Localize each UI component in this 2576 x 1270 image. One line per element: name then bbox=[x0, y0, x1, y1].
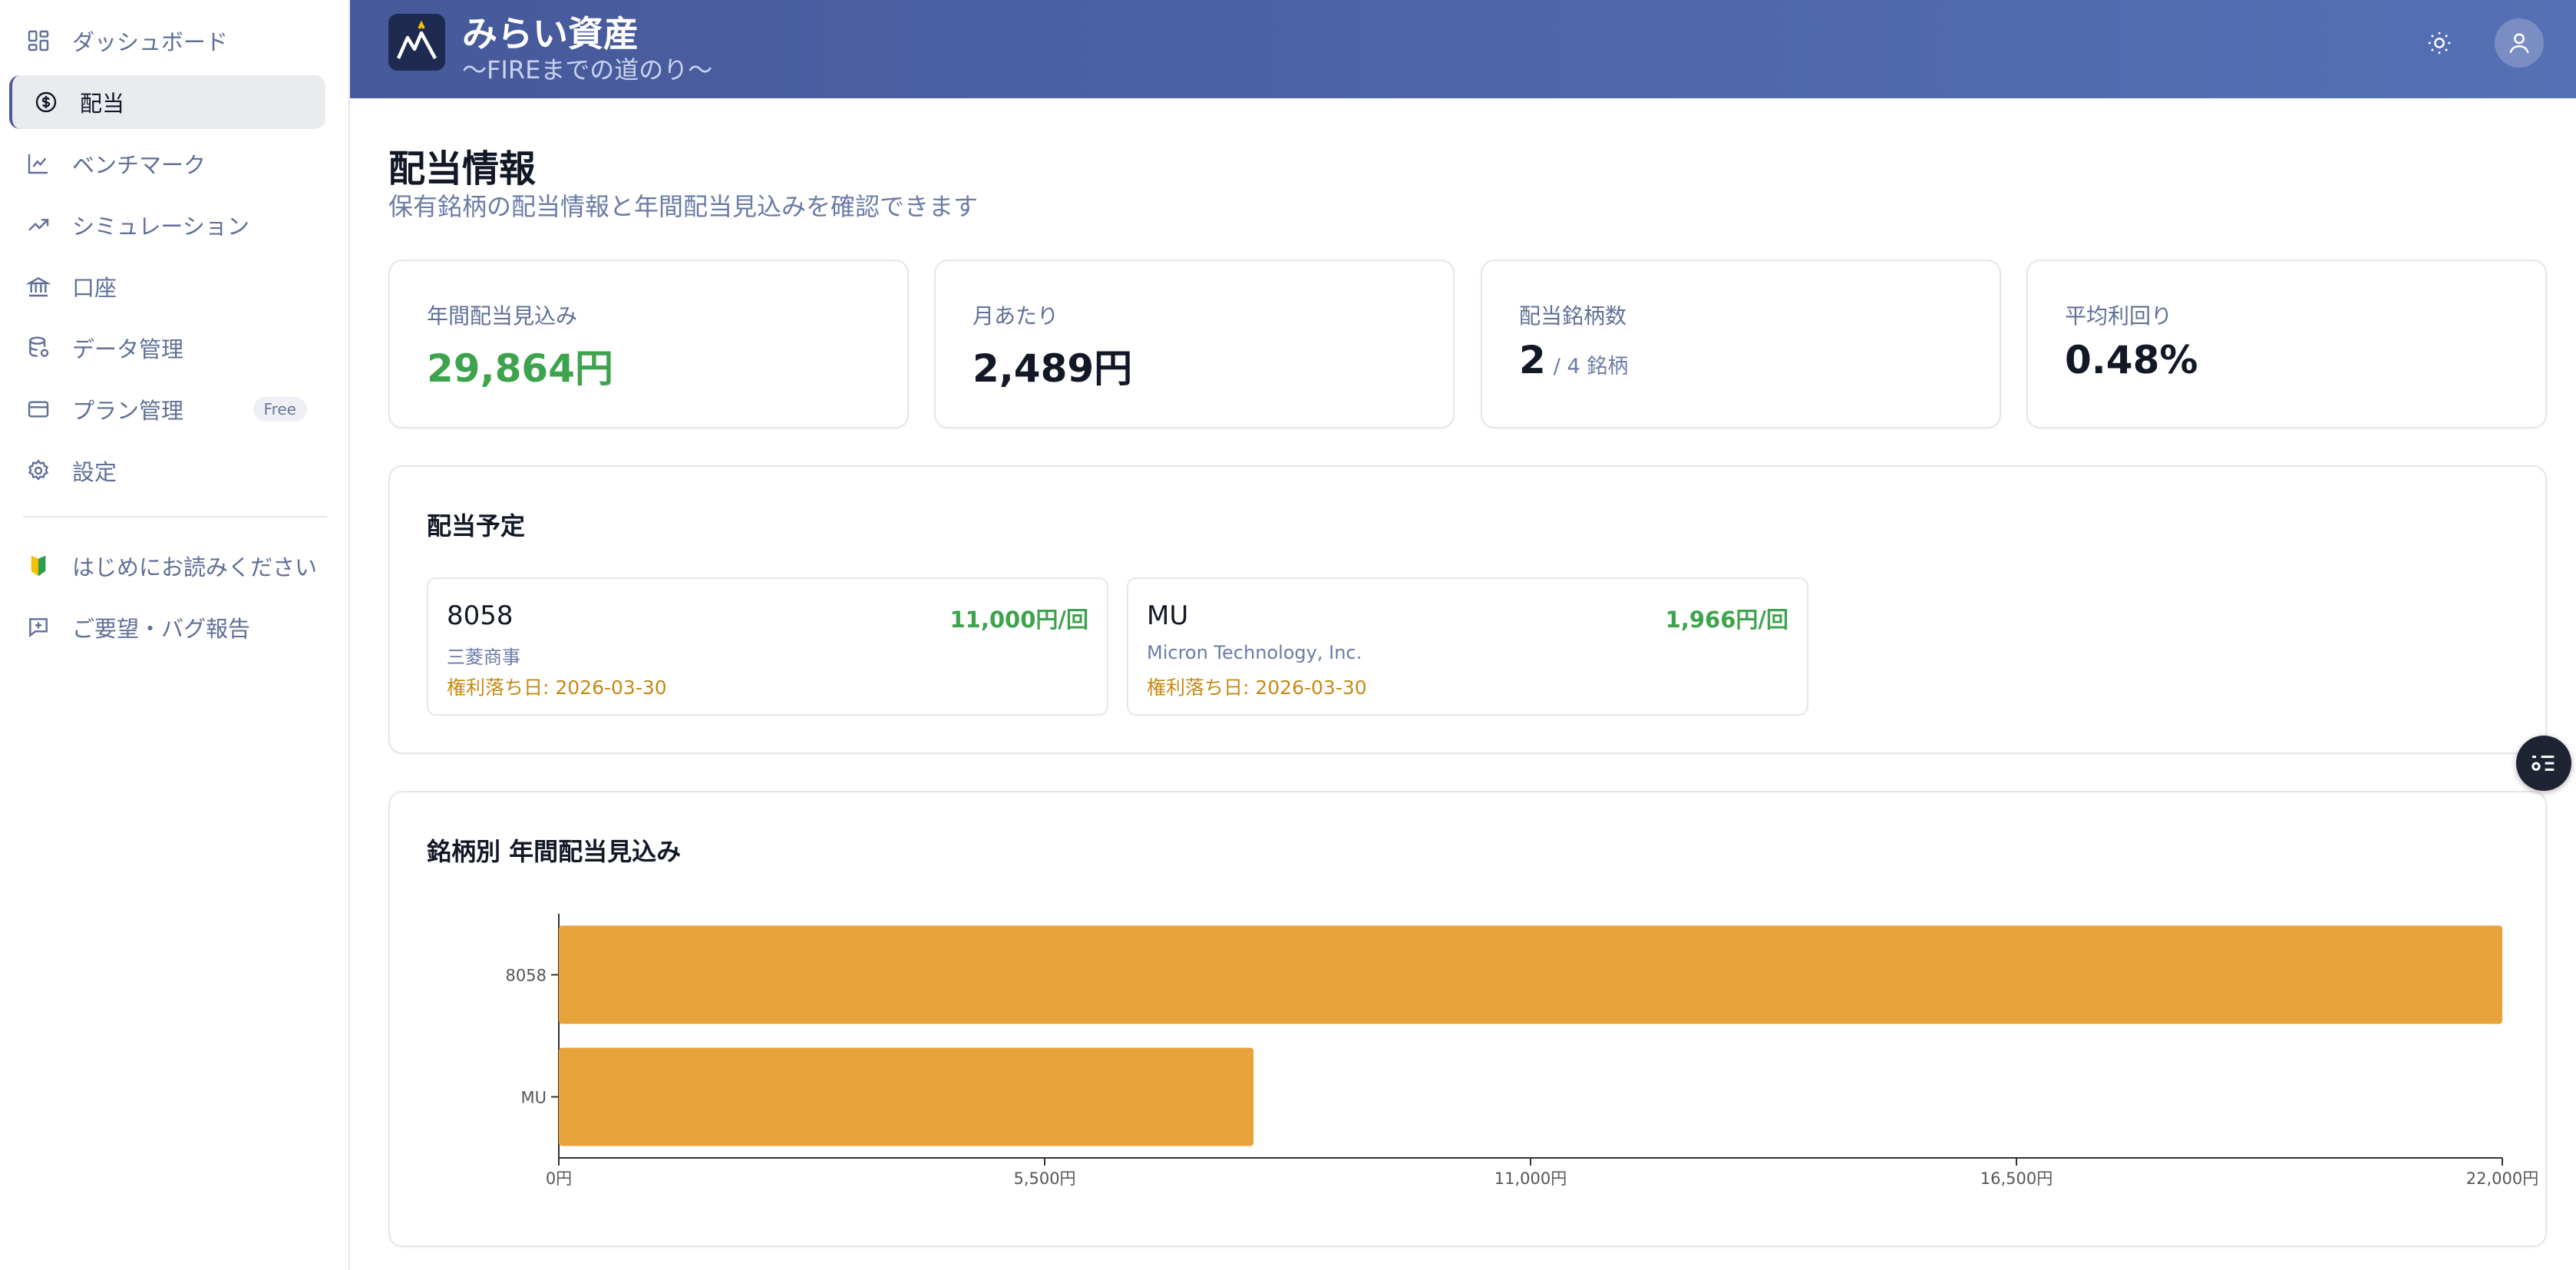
company-name: Micron Technology, Inc. bbox=[1147, 642, 1362, 663]
stat-label: 月あたり bbox=[973, 303, 1059, 329]
dividend-item[interactable]: 8058 11,000円/回 三菱商事 権利落ち日: 2026-03-30 bbox=[427, 577, 1108, 716]
stat-card-annual: 年間配当見込み 29,864円 bbox=[388, 260, 909, 428]
annual-dividend-chart-card: 銘柄別 年間配当見込み 8058 MU 0円 5,500円 11,000円 16,500円… bbox=[388, 791, 2547, 1247]
sidebar-item-dividends[interactable]: 配当 bbox=[9, 75, 325, 129]
sidebar-item-plan[interactable]: プラン管理 Free bbox=[9, 382, 325, 436]
message-plus-icon bbox=[25, 614, 52, 641]
x-tick-label: 11,000円 bbox=[1494, 1169, 1567, 1188]
stat-sub: / 4 銘柄 bbox=[1553, 355, 1629, 379]
mountain-logo-icon bbox=[396, 20, 437, 60]
sidebar-item-label: シミュレーション bbox=[72, 213, 249, 240]
stat-value: 2 / 4 銘柄 bbox=[1519, 338, 1628, 382]
dividend-amount: 1,966円/回 bbox=[1665, 607, 1788, 633]
y-tick-label: MU bbox=[521, 1089, 547, 1107]
ticker-code: 8058 bbox=[447, 600, 514, 631]
ex-dividend-date: 権利落ち日: 2026-03-30 bbox=[1147, 676, 1367, 699]
section-title: 配当予定 bbox=[427, 511, 526, 541]
stat-card-monthly: 月あたり 2,489円 bbox=[934, 260, 1455, 428]
theme-toggle-button[interactable] bbox=[2415, 18, 2464, 68]
sidebar-item-data-management[interactable]: データ管理 bbox=[9, 321, 325, 375]
dollar-circle-icon bbox=[32, 88, 60, 116]
sidebar-divider bbox=[23, 516, 327, 518]
sidebar-item-dashboard[interactable]: ダッシュボード bbox=[9, 14, 325, 68]
sidebar-item-label: ご要望・バグ報告 bbox=[72, 616, 251, 642]
line-chart-icon bbox=[25, 150, 52, 177]
company-name: 三菱商事 bbox=[447, 647, 520, 668]
dividend-amount: 11,000円/回 bbox=[949, 607, 1089, 633]
stat-card-holdings-count: 配当銘柄数 2 / 4 銘柄 bbox=[1481, 260, 2001, 428]
list-settings-icon bbox=[2531, 756, 2555, 771]
x-tick-label: 5,500円 bbox=[1013, 1169, 1075, 1188]
sidebar-item-feedback[interactable]: ご要望・バグ報告 bbox=[9, 600, 325, 654]
bar-MU bbox=[559, 1047, 1254, 1146]
sidebar-item-label: ダッシュボード bbox=[72, 29, 229, 55]
sidebar-item-label: データ管理 bbox=[72, 336, 184, 362]
sidebar-item-settings[interactable]: 設定 bbox=[9, 444, 325, 498]
user-menu-button[interactable] bbox=[2495, 18, 2544, 68]
app-header: みらい資産 〜FIREまでの道のり〜 bbox=[350, 0, 2576, 98]
sidebar-item-label: 配当 bbox=[80, 91, 125, 117]
ticker-code: MU bbox=[1147, 600, 1189, 631]
sidebar-item-label: 口座 bbox=[72, 275, 117, 301]
sidebar-item-label: はじめにお読みください bbox=[72, 554, 318, 580]
stat-label: 平均利回り bbox=[2065, 303, 2173, 329]
stat-count: 2 bbox=[1519, 338, 1546, 382]
sidebar-item-label: プラン管理 bbox=[72, 398, 184, 424]
bank-icon bbox=[25, 273, 52, 300]
app-title: みらい資産 bbox=[462, 13, 639, 55]
page-description: 保有銘柄の配当情報と年間配当見込みを確認できます bbox=[388, 192, 979, 221]
sidebar-item-simulation[interactable]: シミュレーション bbox=[9, 198, 325, 252]
stat-label: 年間配当見込み bbox=[427, 303, 578, 329]
sidebar: ダッシュボード 配当 ベンチマーク シミュレーション 口座 データ管理 プラン管… bbox=[0, 0, 350, 1270]
plan-badge: Free bbox=[253, 397, 307, 422]
stat-value: 2,489円 bbox=[973, 346, 1133, 391]
beginner-leaf-icon bbox=[25, 552, 52, 580]
user-icon bbox=[2509, 33, 2529, 54]
sidebar-item-read-first[interactable]: はじめにお読みください bbox=[9, 539, 325, 593]
grid-icon bbox=[25, 27, 52, 55]
x-tick-label: 0円 bbox=[546, 1169, 572, 1188]
dividend-schedule-card: 配当予定 8058 11,000円/回 三菱商事 権利落ち日: 2026-03-… bbox=[388, 465, 2547, 754]
sidebar-item-label: ベンチマーク bbox=[72, 152, 206, 178]
sidebar-item-accounts[interactable]: 口座 bbox=[9, 260, 325, 313]
page-title: 配当情報 bbox=[388, 147, 537, 190]
stat-value: 0.48% bbox=[2065, 338, 2198, 382]
quick-actions-button[interactable] bbox=[2516, 736, 2571, 791]
app-logo[interactable] bbox=[388, 14, 445, 71]
ex-dividend-date: 権利落ち日: 2026-03-30 bbox=[447, 676, 667, 699]
database-icon bbox=[25, 334, 52, 362]
stat-card-avg-yield: 平均利回り 0.48% bbox=[2026, 260, 2547, 428]
stat-label: 配当銘柄数 bbox=[1519, 303, 1627, 329]
sun-icon bbox=[2428, 31, 2451, 55]
trending-up-icon bbox=[25, 211, 52, 239]
dividend-item[interactable]: MU 1,966円/回 Micron Technology, Inc. 権利落ち… bbox=[1127, 577, 1808, 716]
credit-card-icon bbox=[25, 395, 52, 423]
sidebar-item-label: 設定 bbox=[72, 459, 117, 485]
dividend-bar-chart: 8058 MU 0円 5,500円 11,000円 16,500円 22,000円 bbox=[506, 914, 2538, 1188]
app-subtitle: 〜FIREまでの道のり〜 bbox=[462, 55, 713, 84]
sidebar-item-benchmark[interactable]: ベンチマーク bbox=[9, 137, 325, 190]
x-tick-label: 22,000円 bbox=[2466, 1169, 2538, 1188]
bar-8058 bbox=[559, 925, 2502, 1024]
gear-icon bbox=[25, 457, 52, 485]
y-tick-label: 8058 bbox=[506, 967, 547, 985]
x-tick-label: 16,500円 bbox=[1980, 1169, 2053, 1188]
stat-value: 29,864円 bbox=[427, 346, 613, 391]
